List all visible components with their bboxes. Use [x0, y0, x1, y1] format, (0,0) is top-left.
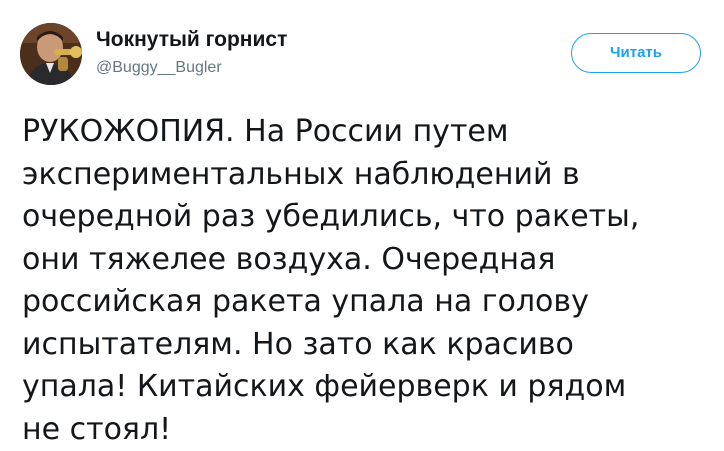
author-handle[interactable]: @Buggy__Bugler: [96, 57, 287, 79]
tweet-text: РУКОЖОПИЯ. На России путем экспериментал…: [22, 114, 640, 447]
avatar[interactable]: [20, 23, 82, 85]
avatar-photo-icon: [20, 23, 82, 85]
author-display-name[interactable]: Чокнутый горнист: [96, 27, 287, 53]
follow-button[interactable]: Читать: [571, 33, 701, 73]
tweet-card: Чокнутый горнист @Buggy__Bugler Читать Р…: [0, 0, 724, 447]
user-info: Чокнутый горнист @Buggy__Bugler: [96, 27, 287, 79]
